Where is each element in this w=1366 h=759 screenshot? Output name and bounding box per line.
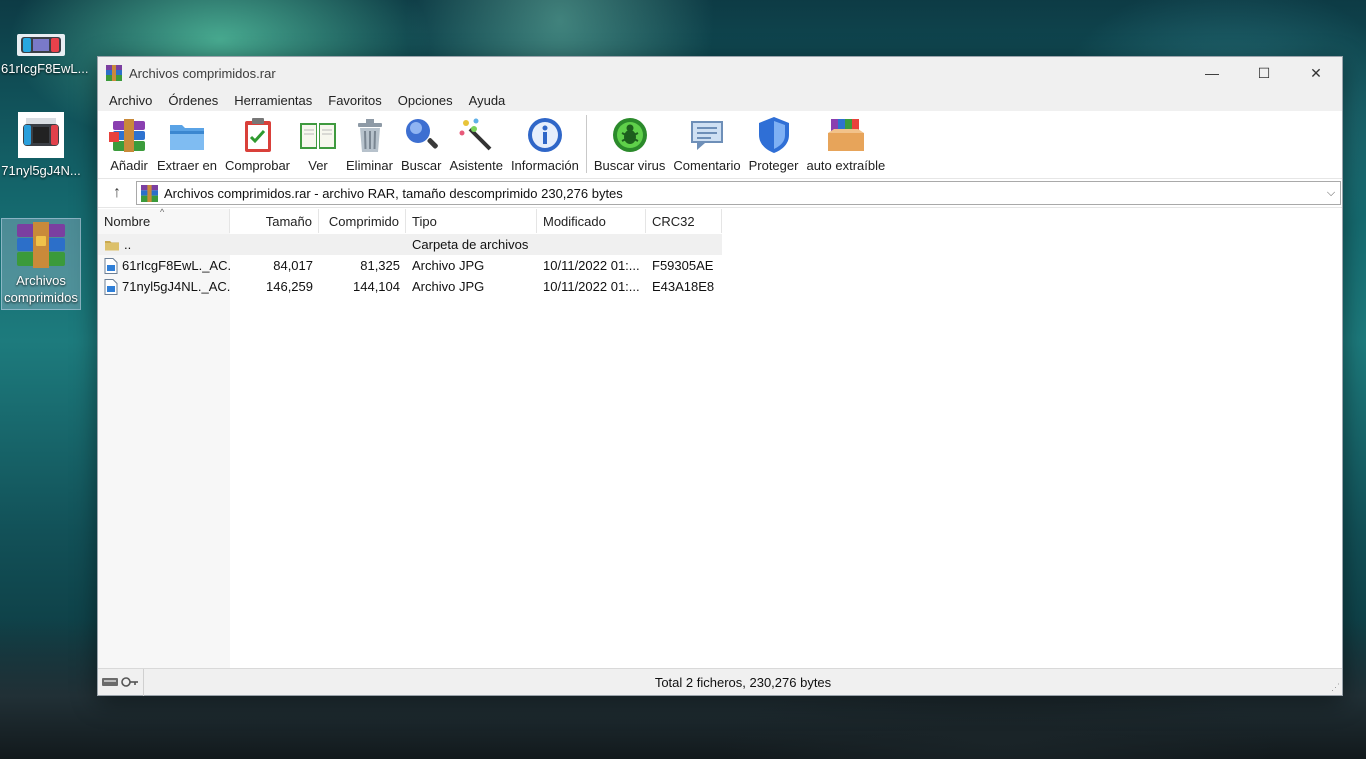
comment-icon (690, 121, 723, 150)
file-list: ^ Nombre Tamaño Comprimido Tipo Modifica… (98, 207, 1342, 668)
column-header-size[interactable]: Tamaño (230, 209, 319, 233)
jpg-file-icon (104, 278, 118, 295)
menu-archivo[interactable]: Archivo (101, 93, 160, 108)
find-button[interactable]: Buscar (397, 111, 445, 173)
toolbar-separator (585, 115, 587, 173)
window-title: Archivos comprimidos.rar (129, 65, 276, 81)
winrar-archive-icon (17, 222, 65, 268)
menu-opciones[interactable]: Opciones (390, 93, 461, 108)
info-button[interactable]: Información (507, 111, 583, 173)
minimize-button[interactable]: — (1186, 57, 1238, 89)
info-icon (527, 118, 562, 152)
desktop-icon-label: Archivos comprimidos (4, 273, 78, 305)
add-archive-icon (109, 119, 145, 152)
menu-bar: Archivo Órdenes Herramientas Favoritos O… (98, 89, 1342, 111)
status-text: Total 2 ficheros, 230,276 bytes (654, 674, 832, 690)
address-text: Archivos comprimidos.rar - archivo RAR, … (164, 185, 623, 201)
column-header-packed[interactable]: Comprimido (319, 209, 406, 233)
menu-herramientas[interactable]: Herramientas (226, 93, 320, 108)
column-header-type[interactable]: Tipo (406, 209, 537, 233)
toolbar: Añadir Extraer en Comprobar Ver Eliminar… (98, 111, 1342, 179)
key-icon[interactable] (121, 676, 139, 688)
menu-favoritos[interactable]: Favoritos (320, 93, 389, 108)
column-header-row: ^ Nombre Tamaño Comprimido Tipo Modifica… (98, 207, 722, 233)
file-rows: .. Carpeta de archivos 61rIcgF8EwL._AC..… (98, 234, 722, 297)
magnifier-icon (406, 119, 439, 149)
test-clipboard-icon (244, 118, 271, 152)
sfx-box-icon (827, 119, 864, 151)
table-row[interactable]: 71nyl5gJ4NL._AC... 146,259 144,104 Archi… (98, 276, 722, 297)
view-button[interactable]: Ver (294, 111, 342, 173)
wizard-wand-icon (459, 118, 492, 151)
folder-icon (105, 240, 119, 250)
table-row[interactable]: 61rIcgF8EwL._AC... 84,017 81,325 Archivo… (98, 255, 722, 276)
address-field[interactable]: Archivos comprimidos.rar - archivo RAR, … (136, 181, 1341, 205)
add-button[interactable]: Añadir (105, 111, 153, 173)
delete-button[interactable]: Eliminar (342, 111, 397, 173)
maximize-button[interactable]: ☐ (1238, 57, 1290, 89)
extract-to-button[interactable]: Extraer en (153, 111, 221, 173)
status-bar: Total 2 ficheros, 230,276 bytes ⋰ (98, 668, 1342, 696)
menu-ordenes[interactable]: Órdenes (160, 93, 226, 108)
view-book-icon (300, 123, 337, 149)
comment-button[interactable]: Comentario (669, 111, 744, 173)
image-thumbnail-icon (18, 112, 64, 158)
desktop-icon-label: 61rIcgF8EwL... (1, 61, 89, 76)
sfx-button[interactable]: auto extraíble (802, 111, 889, 173)
resize-grip-icon[interactable]: ⋰ (1331, 682, 1340, 693)
up-arrow-icon[interactable]: ↑ (98, 180, 136, 206)
protect-button[interactable]: Proteger (745, 111, 803, 173)
extract-folder-icon (169, 125, 204, 150)
image-thumbnail-icon (17, 34, 65, 56)
title-bar[interactable]: Archivos comprimidos.rar — ☐ ✕ (98, 57, 1342, 89)
wizard-button[interactable]: Asistente (445, 111, 506, 173)
column-header-name[interactable]: ^ Nombre (98, 207, 230, 233)
chevron-down-icon[interactable]: ⌵ (1322, 187, 1340, 200)
close-button[interactable]: ✕ (1290, 57, 1342, 89)
jpg-file-icon (104, 257, 118, 274)
sort-ascending-icon: ^ (160, 207, 165, 217)
desktop-icon-image-1[interactable]: 61rIcgF8EwL... (1, 34, 88, 77)
desktop-icon-image-2[interactable]: 71nyl5gJ4N... (1, 112, 81, 179)
desktop-icon-label: 71nyl5gJ4N... (1, 163, 81, 178)
shield-icon (758, 117, 789, 153)
virus-scan-icon (612, 118, 647, 152)
table-row-parent[interactable]: .. Carpeta de archivos (98, 234, 722, 255)
trash-icon (357, 119, 382, 152)
menu-ayuda[interactable]: Ayuda (461, 93, 514, 108)
address-bar: ↑ Archivos comprimidos.rar - archivo RAR… (98, 179, 1342, 208)
virus-scan-button[interactable]: Buscar virus (590, 111, 670, 173)
column-header-crc[interactable]: CRC32 (646, 209, 722, 233)
drive-icon[interactable] (102, 677, 118, 687)
winrar-window: Archivos comprimidos.rar — ☐ ✕ Archivo Ó… (97, 56, 1343, 696)
winrar-app-icon (106, 65, 122, 81)
test-button[interactable]: Comprobar (221, 111, 294, 173)
winrar-archive-icon (141, 184, 158, 202)
desktop-icon-rar-archive[interactable]: Archivos comprimidos (1, 218, 81, 310)
column-header-modified[interactable]: Modificado (537, 209, 646, 233)
